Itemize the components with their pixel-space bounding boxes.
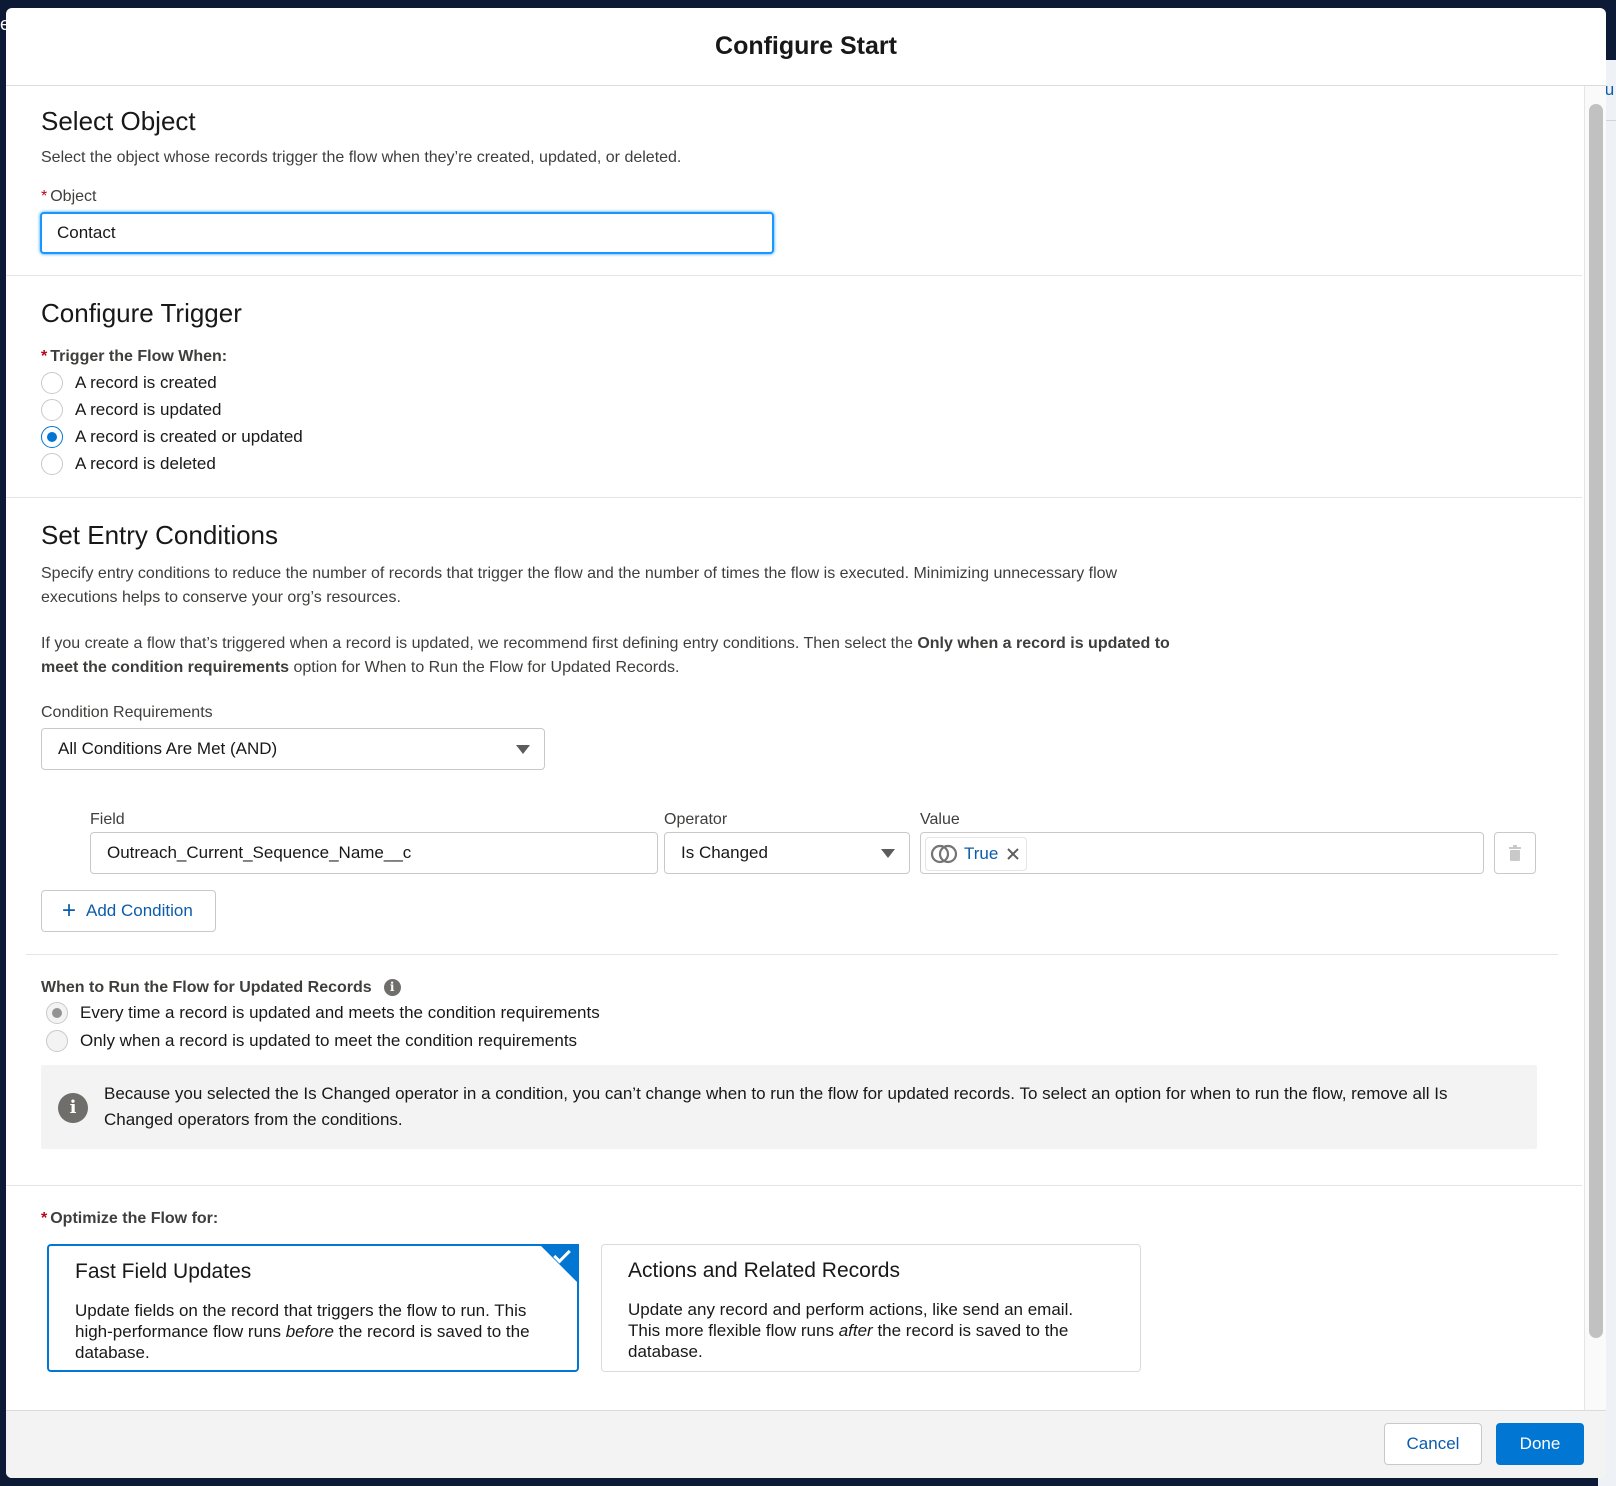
optimize-section: * Optimize the Flow for: Fast Field Updat… [6, 1186, 1582, 1410]
entry-conditions-section: Set Entry Conditions Specify entry condi… [6, 498, 1582, 1186]
condition-value-input[interactable]: True [920, 832, 1484, 874]
is-changed-info-box: i Because you selected the Is Changed op… [41, 1065, 1537, 1149]
add-condition-button[interactable]: + Add Condition [41, 890, 216, 932]
trigger-option-label: A record is deleted [75, 454, 216, 473]
value-pill[interactable]: True [925, 837, 1028, 871]
trigger-option-label: A record is created or updated [75, 427, 303, 446]
info-icon: i [58, 1093, 88, 1123]
trigger-option-updated[interactable]: A record is updated [41, 399, 221, 421]
actions-related-records-card[interactable]: Actions and Related Records Update any r… [601, 1244, 1141, 1372]
when-to-run-option-every-time: Every time a record is updated and meets… [46, 1002, 600, 1024]
close-icon[interactable] [1006, 847, 1020, 861]
chevron-down-icon [881, 849, 895, 858]
condition-requirements-label: Condition Requirements [41, 704, 213, 721]
condition-operator-select[interactable]: Is Changed [664, 832, 910, 874]
object-input[interactable]: Contact [40, 212, 774, 254]
when-to-run-option-label: Every time a record is updated and meets… [80, 1003, 600, 1022]
modal-body[interactable]: Select Object Select the object whose re… [6, 86, 1582, 1410]
select-object-description: Select the object whose records trigger … [41, 149, 682, 166]
optimize-label: * Optimize the Flow for: [41, 1210, 218, 1228]
trigger-option-deleted[interactable]: A record is deleted [41, 453, 216, 475]
field-label: Field [90, 811, 125, 828]
select-object-section: Select Object Select the object whose re… [6, 86, 1582, 276]
card-title: Fast Field Updates [75, 1260, 252, 1283]
modal-title: Configure Start [715, 32, 897, 60]
condition-requirements-select[interactable]: All Conditions Are Met (AND) [41, 728, 545, 770]
add-icon: + [62, 897, 77, 924]
card-title: Actions and Related Records [628, 1259, 900, 1282]
card-description: Update any record and perform actions, l… [628, 1299, 1098, 1362]
modal-footer: Cancel Done [6, 1410, 1606, 1478]
modal-header: Configure Start [6, 8, 1606, 86]
when-to-run-option-only-when: Only when a record is updated to meet th… [46, 1030, 577, 1052]
done-button[interactable]: Done [1496, 1423, 1584, 1465]
select-object-heading: Select Object [41, 106, 196, 136]
trigger-option-label: A record is updated [75, 400, 222, 419]
delete-condition-button[interactable] [1494, 832, 1536, 874]
radio-button[interactable] [41, 372, 63, 394]
fast-field-updates-card[interactable]: Fast Field Updates Update fields on the … [47, 1244, 579, 1372]
add-condition-label: Add Condition [86, 901, 193, 920]
optimize-label-text: Optimize the Flow for: [50, 1210, 219, 1227]
configure-start-modal: Configure Start Select Object Select the… [6, 8, 1606, 1478]
trigger-label-text: Trigger the Flow When: [50, 348, 228, 365]
info-box-text: Because you selected the Is Changed oper… [104, 1084, 1448, 1129]
radio-button-selected[interactable] [41, 426, 63, 448]
entry-conditions-recommendation: If you create a flow that’s triggered wh… [41, 632, 1171, 680]
trash-icon [1509, 845, 1521, 861]
recommendation-text-end: option for When to Run the Flow for Upda… [289, 659, 680, 676]
recommendation-text: If you create a flow that’s triggered wh… [41, 635, 918, 652]
entry-conditions-description: Specify entry conditions to reduce the n… [41, 565, 1118, 606]
object-label-text: Object [50, 188, 97, 205]
value-pill-text: True [964, 844, 999, 863]
info-icon[interactable]: i [383, 979, 401, 997]
entry-conditions-heading: Set Entry Conditions [41, 520, 279, 550]
when-to-run-label: When to Run the Flow for Updated Records… [41, 979, 401, 997]
object-field-label: * Object [41, 188, 96, 206]
chevron-down-icon [516, 745, 530, 754]
value-label: Value [920, 811, 960, 828]
radio-button[interactable] [41, 453, 63, 475]
when-to-run-label-text: When to Run the Flow for Updated Records [41, 979, 372, 996]
trigger-label: * Trigger the Flow When: [41, 348, 227, 366]
when-to-run-option-label: Only when a record is updated to meet th… [80, 1031, 578, 1050]
trigger-option-label: A record is created [75, 373, 217, 392]
configure-trigger-section: Configure Trigger * Trigger the Flow When… [6, 276, 1582, 498]
operator-label: Operator [664, 811, 728, 828]
radio-button[interactable] [41, 399, 63, 421]
condition-field-input[interactable]: Outreach_Current_Sequence_Name__c [90, 832, 658, 874]
trigger-option-created-or-updated[interactable]: A record is created or updated [41, 426, 303, 448]
condition-requirements-value: All Conditions Are Met (AND) [58, 739, 278, 758]
radio-button-disabled-selected [46, 1002, 68, 1024]
card-desc-em: after [838, 1321, 873, 1340]
divider [26, 954, 1558, 955]
boolean-icon [930, 844, 958, 864]
card-desc-em: before [285, 1322, 334, 1341]
radio-button-disabled [46, 1030, 68, 1052]
required-marker: * [41, 1210, 48, 1227]
trigger-option-created[interactable]: A record is created [41, 372, 217, 394]
required-marker: * [41, 348, 48, 365]
configure-trigger-heading: Configure Trigger [41, 298, 242, 328]
card-description: Update fields on the record that trigger… [75, 1300, 545, 1363]
required-marker: * [41, 188, 48, 205]
scrollbar-thumb[interactable] [1589, 104, 1603, 1338]
condition-operator-value: Is Changed [681, 843, 768, 862]
cancel-button[interactable]: Cancel [1384, 1423, 1482, 1465]
